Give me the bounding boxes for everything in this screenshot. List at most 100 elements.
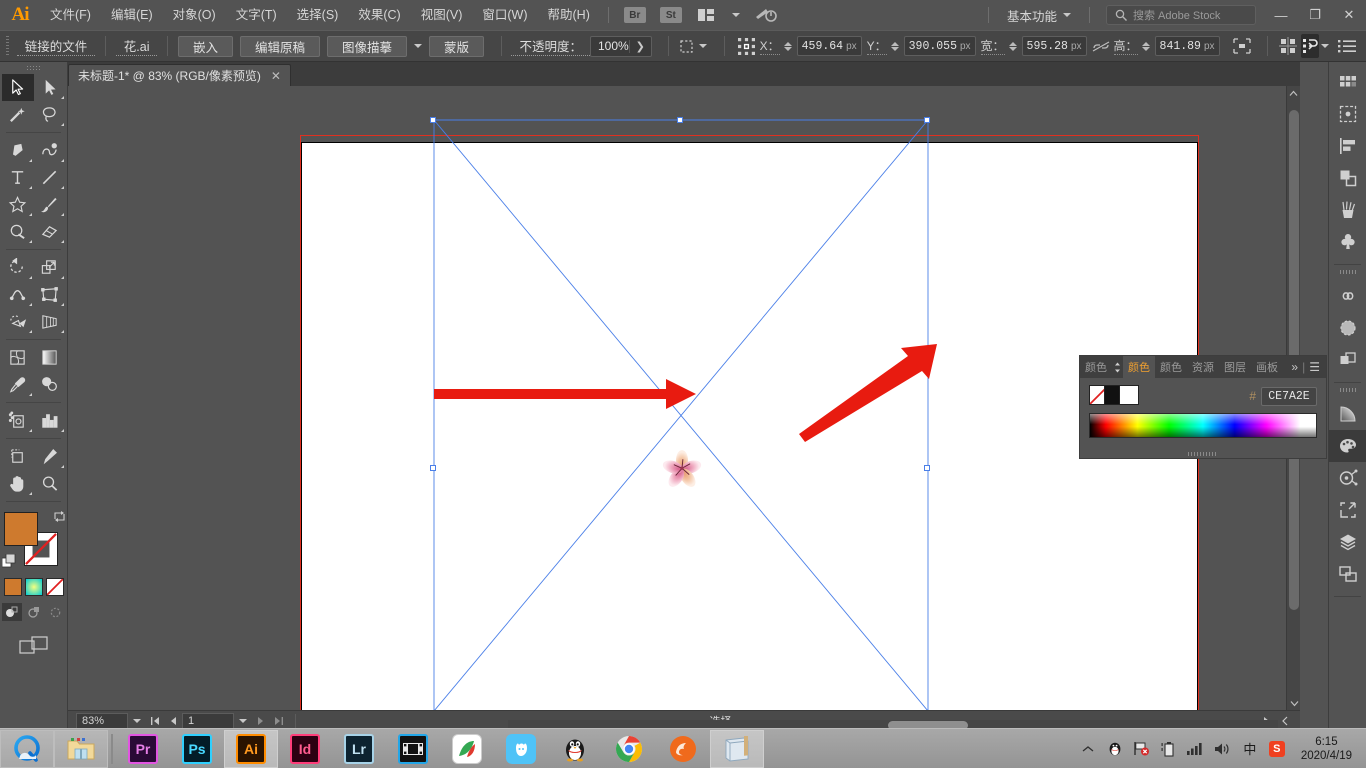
document-setup-icon[interactable] [1301, 34, 1319, 58]
panel-tab-assets[interactable]: 资源 [1187, 356, 1219, 378]
dock-icon-layers[interactable] [1329, 526, 1366, 558]
tray-battery-icon[interactable] [1160, 740, 1178, 758]
shape-tool[interactable] [2, 191, 34, 218]
color-panel-grip[interactable] [1112, 356, 1123, 378]
menu-effect[interactable]: 效果(C) [348, 0, 410, 30]
zoom-chevron-down-icon[interactable] [128, 713, 146, 729]
swap-fill-stroke-icon[interactable] [53, 510, 66, 523]
mask-button[interactable]: 蒙版 [429, 35, 485, 57]
panel-tab-layers[interactable]: 图层 [1219, 356, 1251, 378]
menu-select[interactable]: 选择(S) [287, 0, 349, 30]
taskbar-illustrator[interactable]: Ai [224, 729, 278, 768]
color-panel-white-swatch[interactable] [1119, 385, 1139, 405]
arrange-chevron-down-icon[interactable] [723, 6, 749, 24]
dock-icon-pathfinder[interactable] [1329, 162, 1366, 194]
tray-volume-icon[interactable] [1214, 740, 1232, 758]
dock-icon-image-trace[interactable] [1329, 312, 1366, 344]
menu-edit[interactable]: 编辑(E) [101, 0, 163, 30]
taskbar-firefox[interactable] [656, 730, 710, 768]
page-number-input[interactable]: 1 [182, 712, 234, 729]
taskbar-chrome[interactable] [602, 730, 656, 768]
menu-help[interactable]: 帮助(H) [538, 0, 600, 30]
slice-tool[interactable] [34, 443, 66, 470]
artboard-tool[interactable] [2, 443, 34, 470]
right-dock-grip-1[interactable] [1329, 267, 1366, 276]
embed-button[interactable]: 嵌入 [177, 35, 233, 57]
taskbar-qq-browser[interactable] [0, 729, 54, 768]
zoom-tool[interactable] [34, 470, 66, 497]
menu-type[interactable]: 文字(T) [226, 0, 287, 30]
draw-behind-mode-icon[interactable] [24, 603, 44, 621]
panel-tab-color[interactable]: 颜色 [1123, 356, 1155, 378]
perspective-grid-tool[interactable] [34, 308, 66, 335]
direct-selection-tool[interactable] [34, 74, 66, 101]
scroll-down-arrow-icon[interactable] [1287, 696, 1300, 710]
image-trace-button[interactable]: 图像描摹 [326, 35, 407, 57]
panel-overflow-icon[interactable]: » [1291, 360, 1298, 374]
width-tool[interactable] [2, 281, 34, 308]
tray-sogou-icon[interactable]: S [1268, 740, 1286, 758]
opacity-input[interactable]: 100% ❯ [590, 35, 652, 57]
tools-panel-grip[interactable] [0, 62, 67, 74]
document-setup-chevron-down-icon[interactable] [1321, 36, 1329, 57]
dock-icon-brushes-frame[interactable] [1329, 98, 1366, 130]
hex-input[interactable]: CE7A2E [1261, 386, 1317, 406]
dock-icon-symbols[interactable] [1329, 226, 1366, 258]
curvature-tool[interactable] [34, 137, 66, 164]
color-swatch-button[interactable] [3, 578, 22, 596]
menu-file[interactable]: 文件(F) [40, 0, 101, 30]
pen-tool[interactable] [2, 137, 34, 164]
taskbar-media-player[interactable] [386, 730, 440, 768]
last-page-icon[interactable] [270, 713, 288, 729]
stock-button[interactable]: St [659, 7, 682, 23]
width-input[interactable]: 595.28 px [1021, 36, 1087, 56]
draw-normal-mode-icon[interactable] [1, 603, 22, 621]
dock-icon-transform[interactable] [1329, 344, 1366, 376]
dock-icon-color-guide[interactable] [1329, 462, 1366, 494]
previous-page-icon[interactable] [164, 713, 182, 729]
gradient-swatch-button[interactable] [24, 578, 43, 596]
y-stepper[interactable] [890, 41, 899, 51]
draw-inside-mode-icon[interactable] [46, 603, 66, 621]
first-page-icon[interactable] [146, 713, 164, 729]
linked-file-name[interactable]: 花.ai [115, 36, 158, 56]
tray-network-error-icon[interactable] [1133, 740, 1151, 758]
y-input[interactable]: 390.055 px [903, 36, 976, 56]
magic-wand-tool[interactable] [2, 101, 34, 128]
mesh-tool[interactable] [2, 344, 34, 371]
edit-original-button[interactable]: 编辑原稿 [239, 35, 320, 57]
opacity-chevron-icon[interactable]: ❯ [628, 39, 651, 53]
lasso-tool[interactable] [34, 101, 66, 128]
bridge-button[interactable]: Br [623, 7, 646, 23]
right-dock-grip-2[interactable] [1329, 385, 1366, 394]
page-chevron-down-icon[interactable] [234, 713, 252, 729]
none-swatch-button[interactable] [45, 578, 64, 596]
free-transform-tool[interactable] [34, 281, 66, 308]
tray-signal-icon[interactable] [1187, 740, 1205, 758]
scroll-up-arrow-icon[interactable] [1287, 86, 1300, 100]
gradient-tool[interactable] [34, 344, 66, 371]
window-minimize-button[interactable]: — [1264, 0, 1298, 30]
line-segment-tool[interactable] [34, 164, 66, 191]
type-tool[interactable] [2, 164, 34, 191]
shape-builder-tool[interactable] [2, 308, 34, 335]
shaper-tool[interactable] [2, 218, 34, 245]
dock-icon-export[interactable] [1329, 494, 1366, 526]
zoom-level-input[interactable]: 83% [76, 712, 128, 729]
tray-expand-icon[interactable] [1079, 740, 1097, 758]
image-trace-chevron-down-icon[interactable] [414, 36, 422, 57]
taskbar-pdf-reader[interactable] [440, 730, 494, 768]
taskbar-lightroom[interactable]: Lr [332, 730, 386, 768]
panel-tab-artboards[interactable]: 画板 [1251, 356, 1283, 378]
fill-swatch[interactable] [3, 512, 38, 546]
taskbar-notepad[interactable] [710, 729, 764, 768]
x-input[interactable]: 459.64 px [796, 36, 862, 56]
screen-mode-button[interactable] [0, 635, 67, 655]
taskbar-clock[interactable]: 6:15 2020/4/19 [1295, 735, 1358, 763]
dock-icon-brushes[interactable] [1329, 194, 1366, 226]
dock-icon-gradient[interactable] [1329, 398, 1366, 430]
paintbrush-tool[interactable] [34, 191, 66, 218]
taskbar-premiere[interactable]: Pr [116, 730, 170, 768]
control-bar-grip[interactable] [6, 36, 9, 56]
dock-icon-swatches[interactable] [1329, 66, 1366, 98]
